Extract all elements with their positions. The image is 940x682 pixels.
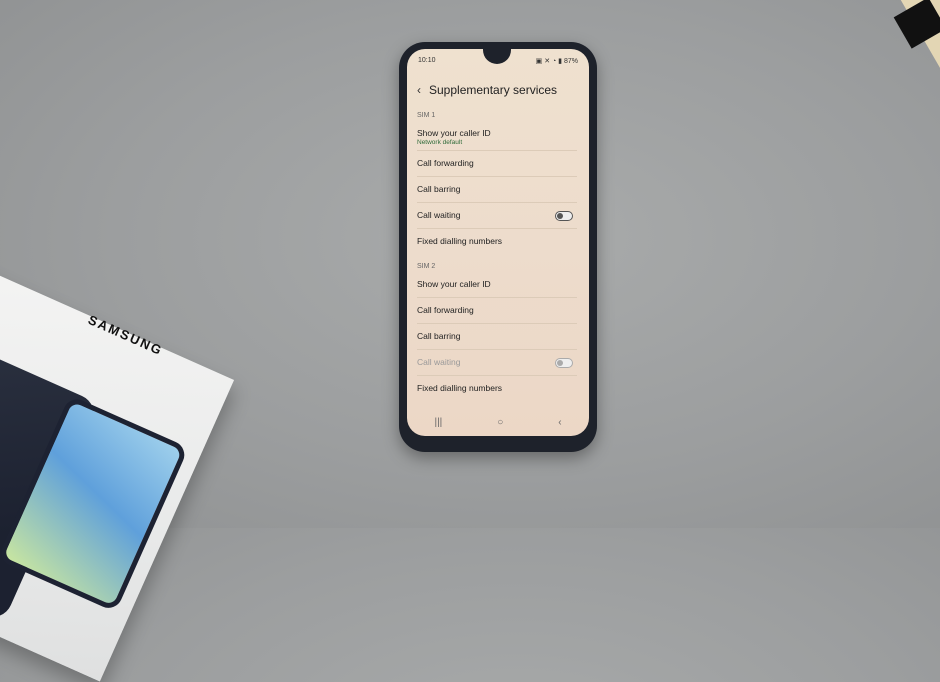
sim1-call-forwarding[interactable]: Call forwarding: [417, 151, 577, 177]
sim2-call-barring[interactable]: Call barring: [417, 324, 577, 350]
status-bar: 10:10 ▣ ✕ ◔ ▮ 87%: [418, 57, 578, 65]
item-sublabel: Network default: [417, 139, 463, 146]
navigation-bar: ||| ○ ‹: [407, 417, 589, 428]
item-label: Show your caller ID: [417, 128, 491, 138]
recents-icon[interactable]: |||: [434, 417, 442, 428]
status-icons: ▣ ✕ ◔ ▮ 87%: [535, 58, 578, 65]
back-chevron-icon[interactable]: ‹: [417, 83, 421, 97]
item-label: Call waiting: [417, 210, 461, 220]
section-sim2: SIM 2: [417, 263, 436, 270]
page-title: Supplementary services: [429, 83, 558, 97]
sim1-fixed-dialling[interactable]: Fixed dialling numbers: [417, 229, 577, 254]
battery-level: 87%: [563, 58, 578, 65]
sim2-fixed-dialling[interactable]: Fixed dialling numbers: [417, 376, 577, 401]
sim1-call-barring[interactable]: Call barring: [417, 177, 577, 203]
sim1-show-caller-id[interactable]: Show your caller ID Network default: [417, 121, 577, 151]
phone-screen: 10:10 ▣ ✕ ◔ ▮ 87% ‹ Supplementary servic…: [407, 49, 589, 436]
item-label: Show your caller ID: [417, 279, 491, 289]
item-label: Call waiting: [417, 357, 461, 367]
status-time: 10:10: [418, 57, 436, 64]
item-label: Fixed dialling numbers: [417, 383, 503, 393]
item-label: Call barring: [417, 331, 461, 341]
call-waiting-toggle-disabled: [555, 358, 573, 368]
sim2-show-caller-id[interactable]: Show your caller ID: [417, 272, 577, 298]
header: ‹ Supplementary services: [417, 83, 557, 97]
call-waiting-toggle[interactable]: [555, 211, 573, 221]
sim2-call-forwarding[interactable]: Call forwarding: [417, 298, 577, 324]
sim2-call-waiting: Call waiting: [417, 350, 577, 376]
item-label: Call forwarding: [417, 158, 474, 168]
item-label: Fixed dialling numbers: [417, 236, 503, 246]
back-icon[interactable]: ‹: [558, 417, 561, 428]
sim1-call-waiting[interactable]: Call waiting: [417, 203, 577, 229]
home-icon[interactable]: ○: [497, 417, 503, 428]
item-label: Call barring: [417, 184, 461, 194]
section-sim1: SIM 1: [417, 112, 436, 119]
phone: 10:10 ▣ ✕ ◔ ▮ 87% ‹ Supplementary servic…: [399, 42, 597, 452]
item-label: Call forwarding: [417, 305, 474, 315]
